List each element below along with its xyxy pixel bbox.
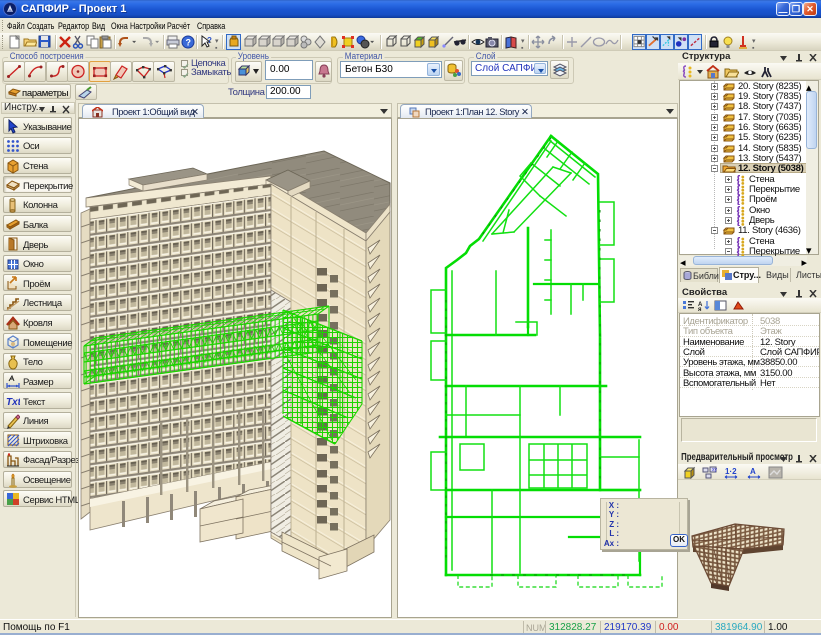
svg-text:1·2: 1·2 [725, 467, 737, 476]
svg-text:я: я [698, 307, 702, 311]
svg-text:A: A [750, 467, 756, 476]
svg-text:?: ? [186, 38, 192, 48]
svg-text:Txt: Txt [6, 397, 20, 408]
svg-text:?: ? [207, 36, 212, 45]
svg-text:xy: xy [712, 467, 718, 473]
